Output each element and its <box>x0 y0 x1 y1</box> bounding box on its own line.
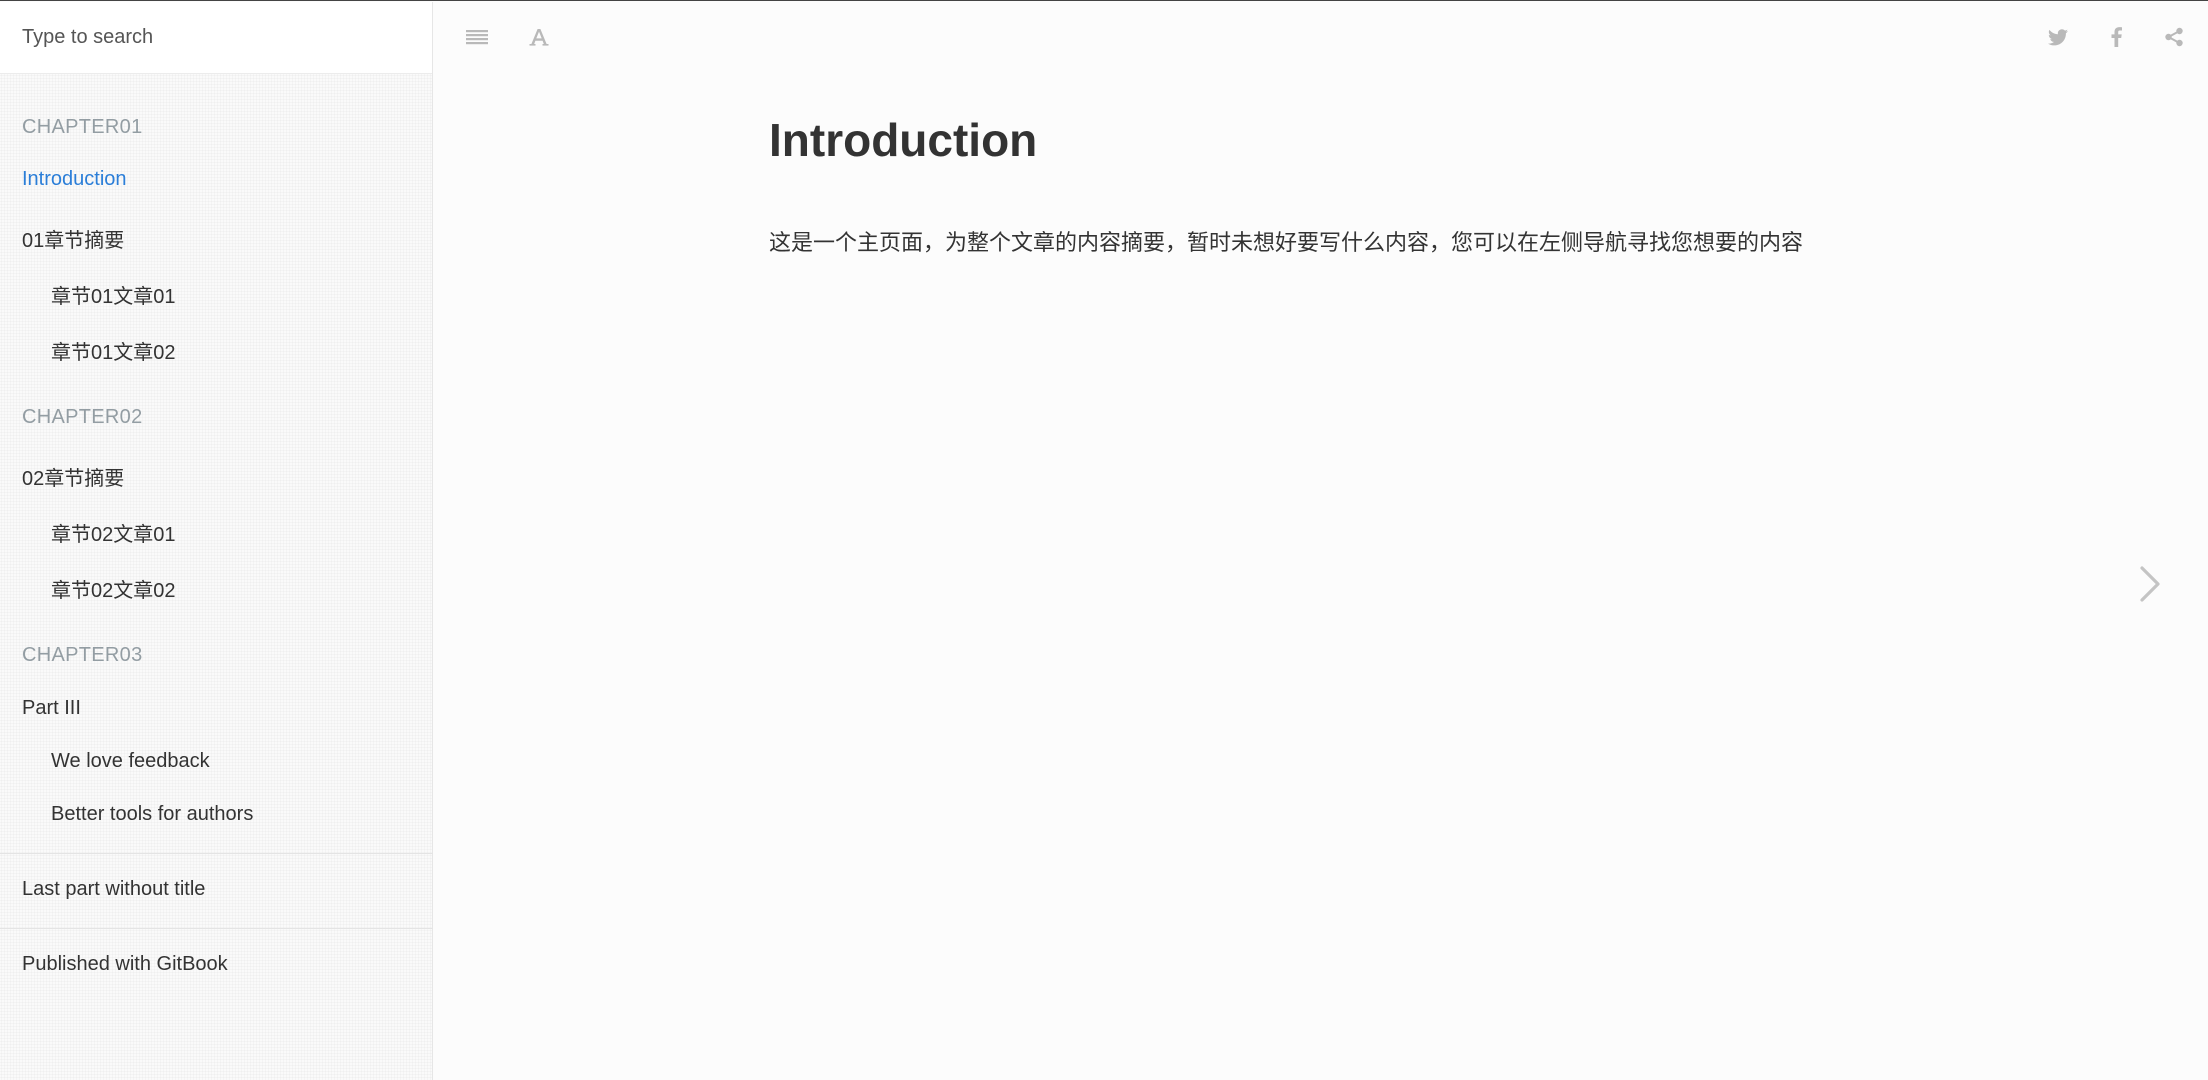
nav-item-we-love-feedback[interactable]: We love feedback <box>51 750 210 773</box>
gitbook-window: CHAPTER01 Introduction 01章节摘要 章节01文章01 章… <box>0 0 2208 1080</box>
nav-item-01-chapter-summary[interactable]: 01章节摘要 <box>22 224 124 253</box>
sidebar-divider <box>0 853 433 854</box>
nav-item-part-iii[interactable]: Part III <box>22 697 81 720</box>
share-icon[interactable] <box>2160 23 2188 51</box>
nav-item-better-tools-for-authors[interactable]: Better tools for authors <box>51 803 253 826</box>
sidebar-divider <box>0 928 433 929</box>
nav-item-chapter01-article02[interactable]: 章节01文章02 <box>51 336 176 365</box>
nav-item-02-chapter-summary[interactable]: 02章节摘要 <box>22 462 124 491</box>
nav-item-chapter02-article01[interactable]: 章节02文章01 <box>51 518 176 547</box>
nav-item-introduction[interactable]: Introduction <box>22 168 127 191</box>
font-settings-icon[interactable] <box>525 23 553 51</box>
nav-item-chapter02-article02[interactable]: 章节02文章02 <box>51 574 176 603</box>
sidebar: CHAPTER01 Introduction 01章节摘要 章节01文章01 章… <box>0 2 433 1080</box>
nav-item-chapter01-article01[interactable]: 章节01文章01 <box>51 280 176 309</box>
page-title: Introduction <box>769 114 1038 166</box>
published-with-gitbook-link[interactable]: Published with GitBook <box>22 953 228 976</box>
page-paragraph: 这是一个主页面，为整个文章的内容摘要，暂时未想好要写什么内容，您可以在左侧导航寻… <box>769 231 1804 256</box>
next-page-button[interactable] <box>2130 559 2170 609</box>
facebook-icon[interactable] <box>2102 23 2130 51</box>
menu-icon[interactable] <box>463 23 491 51</box>
chapter-header-3: CHAPTER03 <box>22 644 143 666</box>
chevron-right-icon <box>2140 566 2160 602</box>
chapter-header-1: CHAPTER01 <box>22 116 143 138</box>
search-box <box>0 2 432 74</box>
chapter-header-2: CHAPTER02 <box>22 406 143 428</box>
nav-item-last-part[interactable]: Last part without title <box>22 878 205 901</box>
twitter-icon[interactable] <box>2044 23 2072 51</box>
search-input[interactable] <box>20 25 400 50</box>
